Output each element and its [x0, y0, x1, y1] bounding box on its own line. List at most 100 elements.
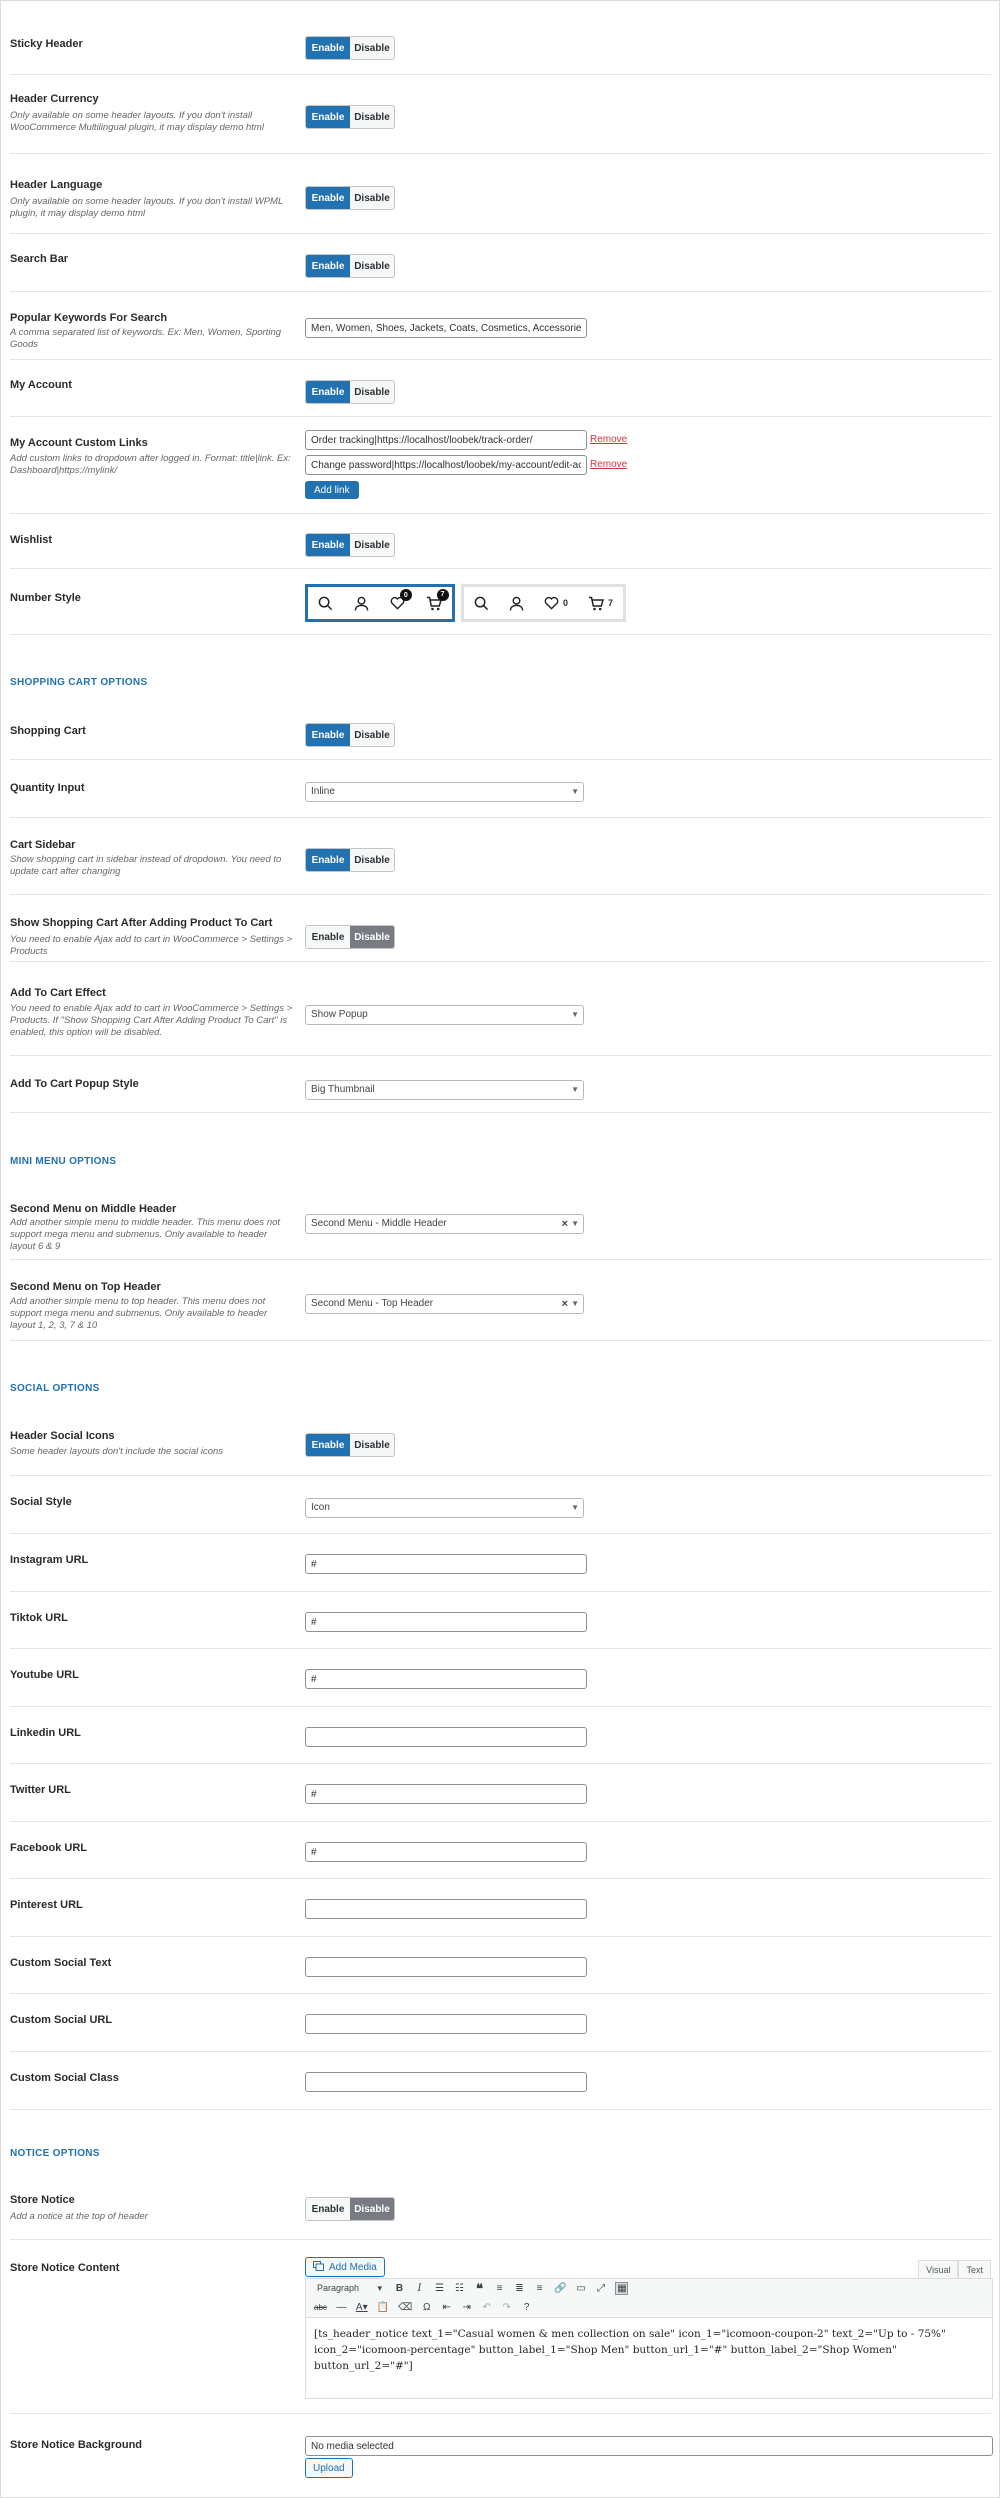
disable-button[interactable]: Disable	[350, 187, 394, 209]
header-social-icons-toggle: Enable Disable	[305, 1433, 395, 1457]
custom-link-input[interactable]	[305, 455, 587, 475]
undo-icon[interactable]: ↶	[481, 2302, 492, 2313]
second-menu-middle-select[interactable]: Second Menu - Middle Header × ▼	[305, 1214, 584, 1234]
clear-icon[interactable]: ×	[562, 1215, 568, 1233]
twitter-url-input[interactable]	[305, 1784, 587, 1804]
special-character-icon[interactable]: Ω	[421, 2302, 432, 2313]
enable-button[interactable]: Enable	[306, 1434, 350, 1456]
wishlist-count: 0	[562, 598, 568, 608]
strikethrough-icon[interactable]: abc	[314, 2303, 327, 2312]
disable-button[interactable]: Disable	[350, 2198, 394, 2220]
clear-formatting-icon[interactable]: ⌫	[398, 2302, 412, 2313]
selected-value: Icon	[311, 1502, 330, 1513]
second-menu-top-select[interactable]: Second Menu - Top Header × ▼	[305, 1294, 584, 1314]
enable-button[interactable]: Enable	[306, 849, 350, 871]
row-wishlist: Wishlist Enable Disable	[10, 514, 991, 569]
read-more-icon[interactable]: ▭	[575, 2283, 586, 2294]
format-select[interactable]: Paragraph ▾	[314, 2283, 385, 2294]
field-label: Shopping Cart	[10, 725, 86, 737]
instagram-url-input[interactable]	[305, 1554, 587, 1574]
facebook-url-input[interactable]	[305, 1842, 587, 1862]
field-label: Quantity Input	[10, 782, 85, 794]
selected-value: Show Popup	[311, 1009, 368, 1020]
numbered-list-icon[interactable]: ☷	[454, 2283, 465, 2294]
add-to-cart-effect-select[interactable]: Show Popup ▼	[305, 1005, 584, 1025]
quantity-input-select[interactable]: Inline ▼	[305, 782, 584, 802]
toolbar-toggle-icon[interactable]: ▦	[615, 2282, 629, 2295]
number-style-option-badge[interactable]: 0 7	[305, 584, 455, 622]
tiktok-url-input[interactable]	[305, 1612, 587, 1632]
add-link-button[interactable]: Add link	[305, 481, 359, 499]
disable-button[interactable]: Disable	[350, 849, 394, 871]
enable-button[interactable]: Enable	[306, 2198, 350, 2220]
disable-button[interactable]: Disable	[350, 724, 394, 746]
bold-icon[interactable]: B	[394, 2283, 405, 2294]
section-title-mini-menu: MINI MENU OPTIONS	[10, 1156, 117, 1167]
enable-button[interactable]: Enable	[306, 724, 350, 746]
disable-button[interactable]: Disable	[350, 926, 394, 948]
align-center-icon[interactable]: ≣	[514, 2283, 525, 2294]
field-description: Add another simple menu to middle header…	[10, 1217, 281, 1252]
custom-social-text-input[interactable]	[305, 1957, 587, 1977]
field-description: Only available on some header layouts. I…	[10, 110, 264, 133]
editor-content[interactable]: [ts_header_notice text_1="Casual women &…	[306, 2318, 992, 2398]
tab-visual[interactable]: Visual	[918, 2260, 959, 2279]
notice-background-input[interactable]	[305, 2436, 993, 2456]
outdent-icon[interactable]: ⇤	[441, 2302, 452, 2313]
popular-keywords-input[interactable]	[305, 318, 587, 338]
row-twitter-url: Twitter URL	[10, 1764, 991, 1822]
disable-button[interactable]: Disable	[350, 381, 394, 403]
tab-text[interactable]: Text	[958, 2260, 991, 2279]
upload-button[interactable]: Upload	[305, 2458, 353, 2478]
align-right-icon[interactable]: ≡	[534, 2283, 545, 2294]
enable-button[interactable]: Enable	[306, 381, 350, 403]
row-search-bar: Search Bar Enable Disable	[10, 234, 991, 292]
link-icon[interactable]: 🔗	[554, 2283, 566, 2294]
fullscreen-icon[interactable]: ⤢	[595, 2283, 606, 2294]
field-description: Show shopping cart in sidebar instead of…	[10, 854, 282, 877]
enable-button[interactable]: Enable	[306, 534, 350, 556]
pinterest-url-input[interactable]	[305, 1899, 587, 1919]
remove-link-button[interactable]: Remove	[590, 459, 627, 470]
enable-button[interactable]: Enable	[306, 106, 350, 128]
number-style-option-plain[interactable]: 0 7	[461, 584, 626, 622]
redo-icon[interactable]: ↷	[501, 2302, 512, 2313]
selected-value: Big Thumbnail	[311, 1084, 375, 1095]
search-icon	[474, 596, 489, 611]
disable-button[interactable]: Disable	[350, 106, 394, 128]
text-color-icon[interactable]: A▾	[356, 2302, 368, 2313]
enable-button[interactable]: Enable	[306, 926, 350, 948]
paste-text-icon[interactable]: 📋	[377, 2302, 389, 2313]
clear-icon[interactable]: ×	[562, 1295, 568, 1313]
enable-button[interactable]: Enable	[306, 187, 350, 209]
indent-icon[interactable]: ⇥	[461, 2302, 472, 2313]
custom-social-class-input[interactable]	[305, 2072, 587, 2092]
custom-link-input[interactable]	[305, 430, 587, 450]
disable-button[interactable]: Disable	[350, 1434, 394, 1456]
popup-style-select[interactable]: Big Thumbnail ▼	[305, 1080, 584, 1100]
enable-button[interactable]: Enable	[306, 255, 350, 277]
horizontal-line-icon[interactable]: —	[336, 2302, 347, 2313]
youtube-url-input[interactable]	[305, 1669, 587, 1689]
bullet-list-icon[interactable]: ☰	[434, 2283, 445, 2294]
enable-button[interactable]: Enable	[306, 37, 350, 59]
custom-social-url-input[interactable]	[305, 2014, 587, 2034]
field-description: Add another simple menu to top header. T…	[10, 1296, 268, 1331]
add-media-button[interactable]: Add Media	[305, 2257, 385, 2277]
blockquote-icon[interactable]: ❝	[474, 2281, 485, 2297]
field-label: Tiktok URL	[10, 1612, 68, 1624]
selected-value: Inline	[311, 786, 335, 797]
disable-button[interactable]: Disable	[350, 255, 394, 277]
disable-button[interactable]: Disable	[350, 534, 394, 556]
field-label: Store Notice Content	[10, 2262, 120, 2274]
disable-button[interactable]: Disable	[350, 37, 394, 59]
row-youtube-url: Youtube URL	[10, 1649, 991, 1707]
linkedin-url-input[interactable]	[305, 1727, 587, 1747]
row-social-style: Social Style Icon ▼	[10, 1476, 991, 1534]
remove-link-button[interactable]: Remove	[590, 434, 627, 445]
italic-icon[interactable]: I	[414, 2283, 425, 2294]
social-style-select[interactable]: Icon ▼	[305, 1498, 584, 1518]
help-icon[interactable]: ?	[521, 2302, 532, 2313]
cart-icon: 7	[426, 588, 449, 611]
align-left-icon[interactable]: ≡	[494, 2283, 505, 2294]
